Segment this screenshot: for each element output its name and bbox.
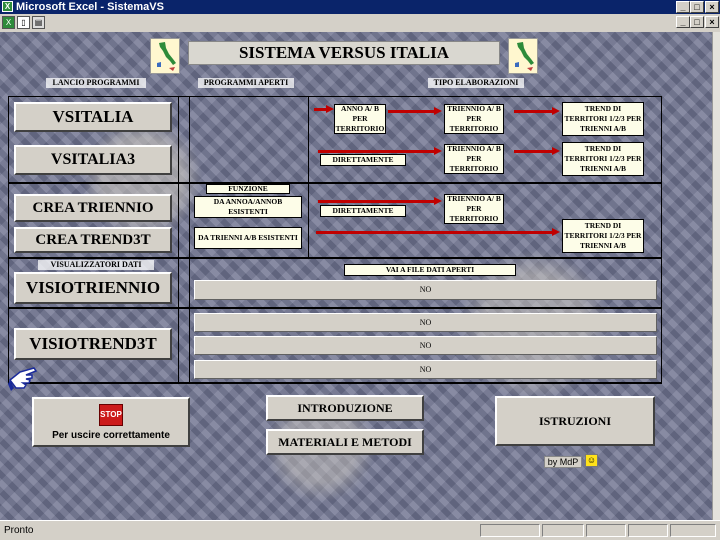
grid-line — [8, 257, 662, 259]
flow-arrow — [314, 105, 334, 113]
title-bar: X Microsoft Excel - SistemaVS _ □ × — [0, 0, 720, 14]
triennio-ab-label-3: TRIENNIO A/ B PER TERRITORIO — [444, 194, 504, 224]
flow-arrow — [316, 228, 560, 236]
crea-trend3t-button[interactable]: CREA TREND3T — [14, 227, 172, 253]
pointing-hand-icon — [8, 364, 38, 392]
materiali-metodi-button[interactable]: MATERIALI E METODI — [266, 429, 424, 455]
sheet-close-button[interactable]: × — [705, 16, 719, 28]
print-icon[interactable]: ▤ — [32, 16, 45, 29]
grid-line — [8, 382, 662, 384]
sheet-minimize-button[interactable]: _ — [676, 16, 690, 28]
triennio-ab-label-1: TRIENNIO A/ B PER TERRITORIO — [444, 104, 504, 134]
status-text: Pronto — [4, 525, 34, 536]
excel-app-icon[interactable]: X — [2, 1, 13, 12]
stop-icon: STOP — [99, 403, 123, 426]
vsitalia3-button[interactable]: VSITALIA3 — [14, 145, 172, 175]
page-title: SISTEMA VERSUS ITALIA — [188, 41, 500, 65]
vertical-scrollbar[interactable] — [712, 32, 720, 520]
vai-file-label: VAI A FILE DATI APERTI — [344, 264, 516, 276]
italy-map-icon — [508, 38, 538, 74]
flow-arrow — [388, 107, 442, 115]
file-slot-2[interactable]: NO — [194, 313, 657, 332]
introduzione-button[interactable]: INTRODUZIONE — [266, 395, 424, 421]
grid-line — [8, 307, 662, 309]
flow-arrow — [514, 147, 560, 155]
flow-arrow — [318, 147, 442, 155]
print-preview-icon[interactable]: ▯ — [17, 16, 30, 29]
maximize-button[interactable]: □ — [690, 1, 704, 13]
visualizzatori-label: VISUALIZZATORI DATI — [38, 260, 154, 270]
excel-icon[interactable]: X — [2, 16, 15, 29]
anno-ab-label: ANNO A/ B PER TERRITORIO — [334, 104, 386, 134]
status-panel — [670, 524, 716, 537]
grid-line — [8, 182, 662, 184]
trend-label-1: TREND DI TERRITORI 1/2/3 PER TRIENNI A/B — [562, 102, 644, 136]
status-panel — [586, 524, 626, 537]
direttamente-label-2: DIRETTAMENTE — [320, 205, 406, 217]
grid-line — [8, 96, 9, 384]
status-panel — [480, 524, 540, 537]
grid-line — [189, 96, 190, 384]
header-launch: LANCIO PROGRAMMI — [46, 78, 146, 88]
status-panel — [542, 524, 584, 537]
funzione-label: FUNZIONE — [206, 184, 290, 194]
exit-button[interactable]: STOP Per uscire correttamente — [32, 397, 190, 447]
direttamente-label-1: DIRETTAMENTE — [320, 154, 406, 166]
author-label: by MdP — [544, 456, 582, 468]
da-trienni-label: DA TRIENNI A/B ESISTENTI — [194, 227, 302, 249]
da-anno-label: DA ANNOA/ANNOB ESISTENTI — [194, 196, 302, 218]
triennio-ab-label-2: TRIENNIO A/ B PER TERRITORIO — [444, 144, 504, 174]
worksheet-area: SISTEMA VERSUS ITALIA LANCIO PROGRAMMI P… — [0, 32, 712, 520]
vsitalia-button[interactable]: VSITALIA — [14, 102, 172, 132]
header-open: PROGRAMMI APERTI — [198, 78, 294, 88]
italy-map-icon — [150, 38, 180, 74]
trend-label-2: TREND DI TERRITORI 1/2/3 PER TRIENNI A/B — [562, 142, 644, 176]
exit-label: Per uscire correttamente — [52, 429, 170, 441]
trend-label-3: TREND DI TERRITORI 1/2/3 PER TRIENNI A/B — [562, 219, 644, 253]
visiotrend3t-button[interactable]: VISIOTREND3T — [14, 328, 172, 360]
file-slot-3[interactable]: NO — [194, 336, 657, 355]
window-title: Microsoft Excel - SistemaVS — [16, 1, 164, 13]
grid-line — [8, 96, 662, 97]
flow-arrow — [318, 197, 442, 205]
minimize-button[interactable]: _ — [676, 1, 690, 13]
crea-triennio-button[interactable]: CREA TRIENNIO — [14, 194, 172, 222]
toolbar: X ▯ ▤ _ □ × — [0, 14, 720, 32]
status-panel — [628, 524, 668, 537]
sheet-restore-button[interactable]: □ — [690, 16, 704, 28]
close-button[interactable]: × — [705, 1, 719, 13]
file-slot-4[interactable]: NO — [194, 360, 657, 379]
file-slot-1[interactable]: NO — [194, 280, 657, 300]
header-type: TIPO ELABORAZIONI — [428, 78, 524, 88]
grid-line — [308, 96, 309, 259]
grid-line — [178, 96, 179, 384]
status-bar: Pronto — [0, 520, 720, 540]
smiley-icon: ☺ — [585, 454, 598, 467]
grid-line — [661, 96, 662, 384]
visiotriennio-button[interactable]: VISIOTRIENNIO — [14, 272, 172, 304]
flow-arrow — [514, 107, 560, 115]
istruzioni-button[interactable]: ISTRUZIONI — [495, 396, 655, 446]
